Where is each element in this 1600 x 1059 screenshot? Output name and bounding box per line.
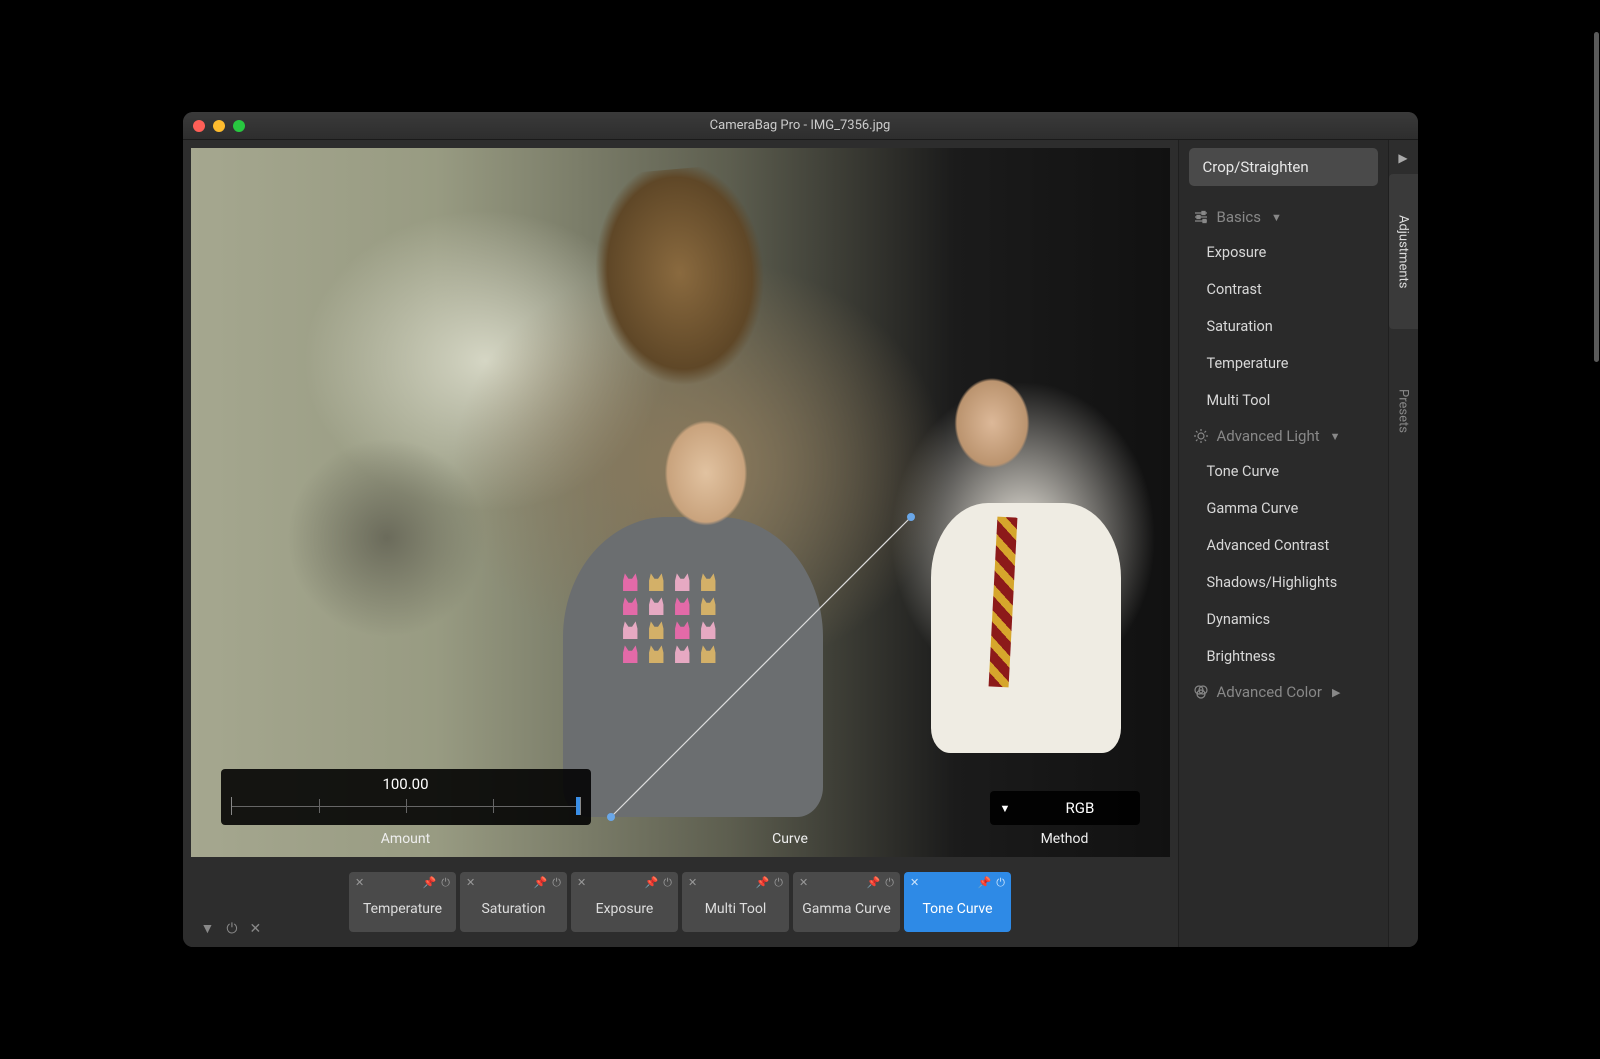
method-value: RGB xyxy=(1030,799,1129,817)
sidebar-item-brightness[interactable]: Brightness xyxy=(1189,638,1378,675)
right-tab-strip: ▶ Adjustments Presets xyxy=(1388,140,1418,947)
tray-tile-tone-curve[interactable]: ✕ 📌 ⏻Tone Curve xyxy=(904,872,1011,932)
photo-region xyxy=(931,503,1121,753)
tile-label: Exposure xyxy=(577,890,672,928)
sidebar-item-advanced-contrast[interactable]: Advanced Contrast xyxy=(1189,527,1378,564)
section-advanced-color-header[interactable]: Advanced Color ▶ xyxy=(1189,675,1378,709)
tray-close-icon[interactable]: ✕ xyxy=(249,921,261,937)
chevron-right-icon: ▶ xyxy=(1332,686,1340,699)
tile-close-icon[interactable]: ✕ xyxy=(910,876,919,890)
minimize-window-button[interactable] xyxy=(213,120,225,132)
sidebar-item-multi-tool[interactable]: Multi Tool xyxy=(1189,382,1378,419)
section-advanced-light-header[interactable]: Advanced Light ▼ xyxy=(1189,419,1378,453)
amount-slider-handle[interactable] xyxy=(576,797,580,815)
sidebar-item-temperature[interactable]: Temperature xyxy=(1189,345,1378,382)
tile-close-icon[interactable]: ✕ xyxy=(355,876,364,890)
tile-pin-icon[interactable]: 📌 xyxy=(645,876,659,890)
tile-pin-icon[interactable]: 📌 xyxy=(423,876,437,890)
sidebar-item-dynamics[interactable]: Dynamics xyxy=(1189,601,1378,638)
section-basics-title: Basics xyxy=(1217,208,1262,226)
tray-tile-temperature[interactable]: ✕ 📌 ⏻Temperature xyxy=(349,872,456,932)
tile-power-icon[interactable]: ⏻ xyxy=(663,876,672,890)
tile-label: Tone Curve xyxy=(910,890,1005,928)
amount-control: 100.00 Amount xyxy=(221,769,591,847)
tile-close-icon[interactable]: ✕ xyxy=(466,876,475,890)
method-label: Method xyxy=(1041,831,1089,847)
chevron-down-icon: ▼ xyxy=(1271,211,1282,224)
tray-tile-exposure[interactable]: ✕ 📌 ⏻Exposure xyxy=(571,872,678,932)
sidebar-item-contrast[interactable]: Contrast xyxy=(1189,271,1378,308)
photo-region xyxy=(561,160,803,438)
curve-line[interactable] xyxy=(601,507,921,827)
photo-region xyxy=(942,375,1042,495)
window-body: 100.00 Amount xyxy=(183,140,1418,947)
tile-label: Multi Tool xyxy=(688,890,783,928)
amount-slider-box[interactable]: 100.00 xyxy=(221,769,591,825)
curve-handle-end[interactable] xyxy=(907,513,915,521)
tile-close-icon[interactable]: ✕ xyxy=(799,876,808,890)
tile-label: Gamma Curve xyxy=(799,890,894,928)
sidebar-item-exposure[interactable]: Exposure xyxy=(1189,234,1378,271)
curve-handle-start[interactable] xyxy=(607,813,615,821)
sidebar-item-gamma-curve[interactable]: Gamma Curve xyxy=(1189,490,1378,527)
crop-straighten-button[interactable]: Crop/Straighten xyxy=(1189,148,1378,186)
sun-icon xyxy=(1193,428,1209,444)
color-circles-icon xyxy=(1193,684,1209,700)
close-window-button[interactable] xyxy=(193,120,205,132)
tray-menu-icon[interactable]: ▼ xyxy=(201,920,215,937)
tile-power-icon[interactable]: ⏻ xyxy=(552,876,561,890)
dropdown-arrow-icon: ▼ xyxy=(1000,802,1011,815)
sidebar-item-saturation[interactable]: Saturation xyxy=(1189,308,1378,345)
curve-label: Curve xyxy=(772,831,808,847)
maximize-window-button[interactable] xyxy=(233,120,245,132)
section-advanced-light-title: Advanced Light xyxy=(1217,427,1320,445)
sidebar: Crop/Straighten Basics ▼ ExposureContras… xyxy=(1178,140,1388,947)
tray-tile-gamma-curve[interactable]: ✕ 📌 ⏻Gamma Curve xyxy=(793,872,900,932)
tool-overlay: 100.00 Amount xyxy=(221,769,1140,847)
amount-slider[interactable] xyxy=(231,797,581,815)
tile-pin-icon[interactable]: 📌 xyxy=(534,876,548,890)
tile-pin-icon[interactable]: 📌 xyxy=(978,876,992,890)
tile-power-icon[interactable]: ⏻ xyxy=(996,876,1005,890)
tile-power-icon[interactable]: ⏻ xyxy=(885,876,894,890)
sidebar-item-shadows-highlights[interactable]: Shadows/Highlights xyxy=(1189,564,1378,601)
tile-power-icon[interactable]: ⏻ xyxy=(441,876,450,890)
app-window: CameraBag Pro - IMG_7356.jpg xyxy=(183,112,1418,947)
titlebar: CameraBag Pro - IMG_7356.jpg xyxy=(183,112,1418,140)
tile-power-icon[interactable]: ⏻ xyxy=(774,876,783,890)
basics-items: ExposureContrastSaturationTemperatureMul… xyxy=(1189,234,1378,419)
chevron-down-icon: ▼ xyxy=(1330,430,1341,443)
sidebar-item-tone-curve[interactable]: Tone Curve xyxy=(1189,453,1378,490)
tile-pin-icon[interactable]: 📌 xyxy=(867,876,881,890)
tray-power-icon[interactable]: ⏻ xyxy=(226,921,237,937)
tab-presets[interactable]: Presets xyxy=(1389,333,1418,488)
tile-close-icon[interactable]: ✕ xyxy=(688,876,697,890)
tray-tile-multi-tool[interactable]: ✕ 📌 ⏻Multi Tool xyxy=(682,872,789,932)
section-basics-header[interactable]: Basics ▼ xyxy=(1189,200,1378,234)
canvas-wrap: 100.00 Amount xyxy=(183,140,1178,857)
sliders-icon xyxy=(1193,209,1209,225)
curve-control[interactable]: Curve xyxy=(631,831,950,847)
main-area: 100.00 Amount xyxy=(183,140,1178,947)
image-canvas[interactable]: 100.00 Amount xyxy=(191,148,1170,857)
method-dropdown[interactable]: ▼ RGB xyxy=(990,791,1140,825)
amount-label: Amount xyxy=(381,831,430,847)
tab-adjustments[interactable]: Adjustments xyxy=(1389,174,1418,329)
traffic-lights xyxy=(193,120,245,132)
tray-tile-saturation[interactable]: ✕ 📌 ⏻Saturation xyxy=(460,872,567,932)
tray-tiles: ✕📌⏻Temperature✕📌⏻Saturation✕📌⏻Exposure✕📌… xyxy=(327,872,1034,932)
amount-value: 100.00 xyxy=(231,775,581,793)
advanced-light-items: Tone CurveGamma CurveAdvanced ContrastSh… xyxy=(1189,453,1378,675)
section-advanced-color-title: Advanced Color xyxy=(1217,683,1322,701)
collapse-sidebar-button[interactable]: ▶ xyxy=(1389,146,1418,170)
tray-controls: ▼ ⏻ ✕ xyxy=(191,857,321,947)
tile-label: Saturation xyxy=(466,890,561,928)
tile-label: Temperature xyxy=(355,890,450,928)
tile-pin-icon[interactable]: 📌 xyxy=(756,876,770,890)
method-control: ▼ RGB Method xyxy=(990,791,1140,847)
window-title: CameraBag Pro - IMG_7356.jpg xyxy=(183,118,1418,133)
adjustment-tray: ▼ ⏻ ✕ ✕📌⏻Temperature✕📌⏻Saturation✕📌⏻Expo… xyxy=(183,857,1178,947)
tile-close-icon[interactable]: ✕ xyxy=(577,876,586,890)
